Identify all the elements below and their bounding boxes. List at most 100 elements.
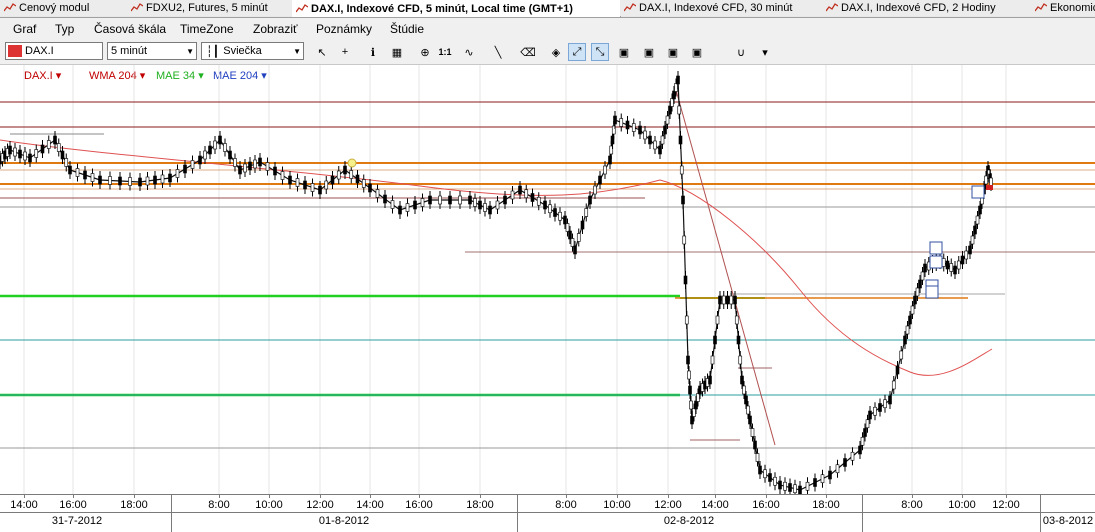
price-icon [3,3,17,13]
candle-body [850,451,855,461]
candle-body [740,375,744,385]
tab-4[interactable]: DAX.I, Indexové CFD, 30 minút [620,0,823,16]
chart-icon [130,3,144,13]
candle-body [843,458,847,467]
candle-body [690,415,694,425]
tab-label: FDXU2, Futures, 5 minút [146,2,268,14]
crosshair-icon[interactable]: + [336,43,354,61]
candle-body [678,135,683,145]
candle-body [721,295,726,305]
tab-3[interactable]: DAX.I, Indexové CFD, 5 minút, Local time… [292,0,621,17]
candle-body [753,440,757,450]
indicator-icon-3[interactable]: ▣ [664,43,682,61]
eraser-icon[interactable]: ⌫ [519,43,537,61]
candle-body [682,235,687,245]
time-tick: 18:00 [812,499,840,511]
menu-6[interactable]: Poznámky [316,22,372,36]
trendline-icon[interactable]: ⤢ [568,43,586,61]
indicator-icon-1[interactable]: ▣ [615,43,633,61]
candle-body [593,185,597,195]
candle-body [674,83,678,92]
candle-body [223,143,227,152]
chart-type-select[interactable]: ┆┃ Sviečka ▼ [201,42,304,60]
tab-6[interactable]: Ekonomick [1031,0,1095,16]
candle-body [18,149,22,159]
candle-body [98,175,102,185]
signal-marker [929,255,943,269]
candle-body [949,263,954,272]
candle-body [973,225,977,235]
candle-body [910,305,915,315]
candle-body [895,365,900,375]
candle-body [553,208,557,217]
candle-body [613,115,617,125]
candle-body [390,200,395,209]
candle-body [945,260,950,270]
menu-5[interactable]: Zobraziť [253,22,298,36]
menu-1[interactable]: Graf [13,22,36,36]
candle-body [584,208,589,217]
candle-body [303,180,307,190]
grid-icon[interactable]: ▦ [388,43,406,61]
candle-body [558,211,562,221]
candle-body [778,480,782,490]
tab-label: DAX.I, Indexové CFD, 5 minút, Local time… [311,2,573,15]
tab-5[interactable]: DAX.I, Indexové CFD, 2 Hodiny [822,0,1032,16]
overflow-icon[interactable]: ▾ [756,43,774,61]
candle-body [978,205,982,215]
line-icon[interactable]: ╲ [489,43,507,61]
candle-body [175,169,180,178]
tab-bar: Cenový modul FDXU2, Futures, 5 minút DAX.I… [0,0,1095,18]
price-chart[interactable] [0,65,1095,494]
candle-body [970,235,975,245]
candle-body [118,176,122,186]
menu-7[interactable]: Štúdie [390,22,424,36]
candle-body [984,175,988,185]
interval-select[interactable]: 5 minút ▼ [107,42,197,60]
candle-body [488,205,492,215]
fib-icon[interactable]: ⤡ [591,43,609,61]
time-tick: 14:00 [10,499,38,511]
tick-mark [269,495,270,498]
menu-2[interactable]: Typ [55,22,74,36]
indicator-icon-4[interactable]: ▣ [688,43,706,61]
candle-body [989,177,993,187]
day-separator [517,495,518,532]
candle-body [208,145,212,155]
chevron-down-icon: ▼ [186,47,194,56]
ratio-icon[interactable]: 1:1 [436,43,454,61]
tab-1[interactable]: Cenový modul [0,0,128,16]
tick-mark [480,495,481,498]
candle-body [964,250,969,260]
candle-body [708,375,712,385]
candle-body [23,151,27,161]
candle-body [768,473,772,482]
tab-2[interactable]: FDXU2, Futures, 5 minút [127,0,293,16]
wave-icon[interactable]: ∿ [460,43,478,61]
indicator-icon-2[interactable]: ▣ [640,43,658,61]
chart-icon [623,3,637,13]
candle-body [744,395,748,405]
magnet-icon[interactable]: ∪ [732,43,750,61]
symbol-input[interactable]: DAX.I [5,42,103,60]
cursor-icon[interactable]: ↖ [313,43,331,61]
tab-label: DAX.I, Indexové CFD, 30 minút [639,2,793,14]
time-axis: 14:00 16:00 18:00 8:00 10:00 12:00 14:00 16:00 1… [0,494,1095,532]
menu-4[interactable]: TimeZone [180,22,234,36]
candle-body [28,153,32,163]
menu-3[interactable]: Časová škála [94,22,166,36]
candle-body [258,157,262,167]
candle-body [68,165,72,175]
tick-mark [134,495,135,498]
candle-body [413,200,417,210]
candle-body [773,476,777,486]
candle-body [438,195,442,205]
zoom-icon[interactable]: ⊕ [416,43,434,61]
info-icon[interactable]: ℹ [364,43,382,61]
candle-body [692,408,696,417]
time-tick: 18:00 [466,499,494,511]
paint-icon[interactable]: ◈ [547,43,565,61]
tick-mark [1006,495,1007,498]
tab-label: DAX.I, Indexové CFD, 2 Hodiny [841,2,996,14]
candle-body [920,271,925,281]
